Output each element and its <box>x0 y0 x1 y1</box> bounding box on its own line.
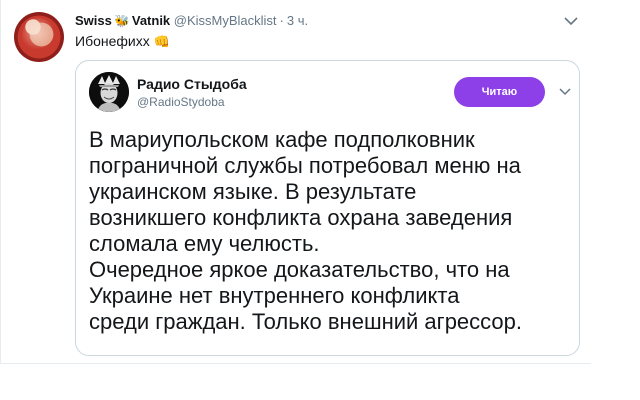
avatar[interactable] <box>14 12 64 62</box>
quoted-author-name[interactable]: Радио Стыдоба <box>137 76 247 93</box>
quoted-text-line: В мариупольском кафе подполковник <box>89 127 475 152</box>
tweet-text: Ибонефихх 👊 <box>75 32 170 51</box>
quoted-text-line: возникшего конфликта охрана заведения <box>89 205 513 230</box>
fist-emoji-icon: 👊 <box>153 34 170 49</box>
divider <box>0 363 591 364</box>
quoted-text-line: среди граждан. Только внешний агрессор. <box>89 309 522 334</box>
tweet: Swiss 🐝 Vatnik @KissMyBlacklist · 3 ч. Ибоне… <box>0 0 591 364</box>
tweet-header: Swiss 🐝 Vatnik @KissMyBlacklist · 3 ч. <box>75 12 308 30</box>
author-name-suffix[interactable]: Vatnik <box>132 13 170 28</box>
quoted-tweet-text: В мариупольском кафе подполковник погран… <box>89 127 577 335</box>
author-name[interactable]: Swiss <box>75 13 112 28</box>
bee-icon: 🐝 <box>114 14 130 28</box>
quoted-tweet[interactable]: Радио Стыдоба @RadioStydoba Читаю В мари… <box>75 60 580 356</box>
timestamp[interactable]: 3 ч. <box>287 13 308 28</box>
chevron-down-icon[interactable] <box>557 84 573 100</box>
quoted-text-line: Украине нет внутреннего конфликта <box>89 283 460 308</box>
quoted-text-line: сломала ему челюсть. <box>89 231 320 256</box>
quoted-text-line: Очередное яркое доказательство, что на <box>89 257 510 282</box>
avatar[interactable] <box>89 72 129 112</box>
follow-button[interactable]: Читаю <box>454 77 545 107</box>
quoted-author-handle[interactable]: @RadioStydoba <box>137 95 225 109</box>
quoted-text-line: украинском языке. В результате <box>89 179 417 204</box>
divider <box>0 0 1 364</box>
quoted-text-line: пограничной службы потребовал меню на <box>89 153 521 178</box>
statue-of-liberty-icon <box>89 72 129 112</box>
separator: · <box>279 13 284 28</box>
author-handle[interactable]: @KissMyBlacklist <box>174 13 277 28</box>
tweet-text-content: Ибонефихх <box>75 33 150 49</box>
chevron-down-icon[interactable] <box>562 12 580 30</box>
